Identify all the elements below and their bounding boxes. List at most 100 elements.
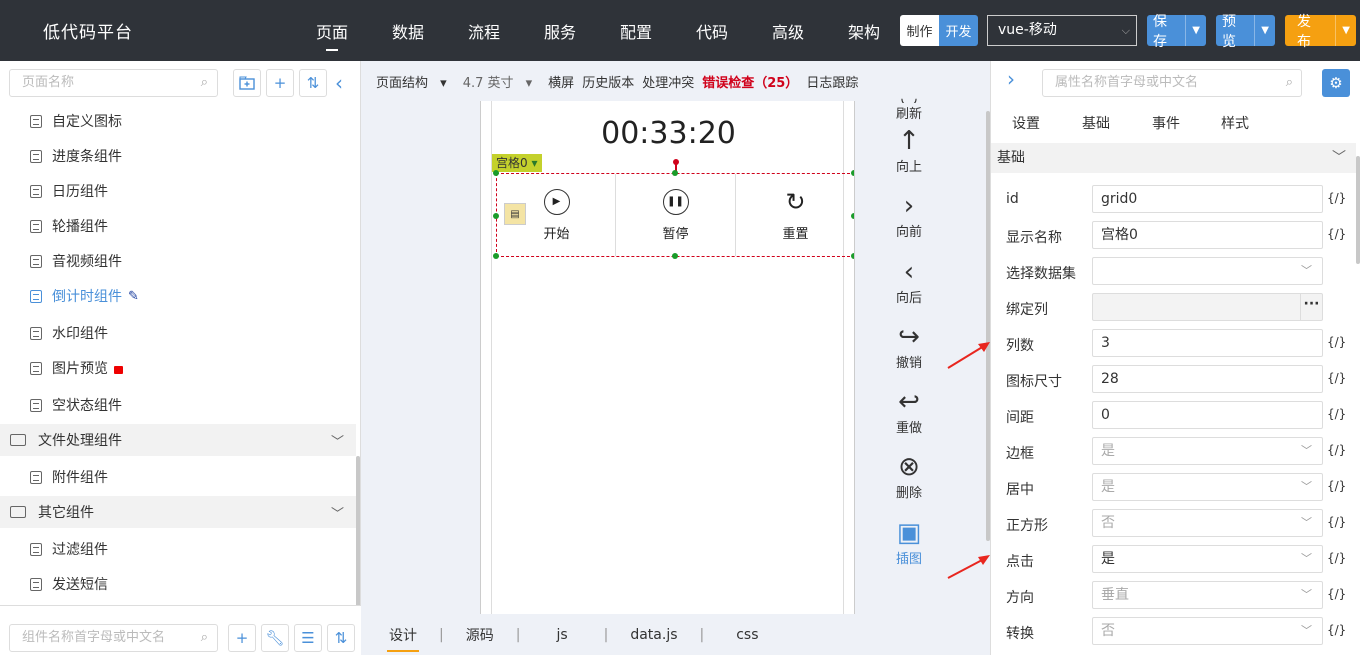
tree-group-file[interactable]: 文件处理组件 ﹀: [0, 424, 356, 456]
property-scrollbar[interactable]: [1356, 156, 1360, 264]
expression-button[interactable]: {/}: [1327, 227, 1346, 241]
pencil-icon[interactable]: ✎: [128, 289, 139, 304]
caret-down-icon[interactable]: ▼: [1254, 15, 1275, 46]
prop-center-select[interactable]: 是 ﹀: [1092, 473, 1323, 501]
conflict-button[interactable]: 处理冲突: [642, 72, 694, 91]
insert-image-button[interactable]: ▣ 插图: [883, 518, 935, 567]
tab-js[interactable]: js: [554, 627, 569, 643]
prop-gap-input[interactable]: 0: [1092, 401, 1323, 429]
delete-button[interactable]: ⊗ 删除: [883, 452, 935, 501]
grid-component[interactable]: ▤ ▶ 开始 ❚❚ 暂停 ↻ 重置: [493, 170, 854, 259]
tree-item[interactable]: 图片预览: [0, 350, 356, 386]
grid-tag[interactable]: 宫格0 ▾: [492, 154, 542, 172]
expression-button[interactable]: {/}: [1327, 407, 1346, 421]
save-button[interactable]: 保存 ▼: [1147, 14, 1206, 50]
mode-make-button[interactable]: 制作: [900, 15, 939, 46]
redo-button[interactable]: ↩ 重做: [883, 387, 935, 436]
resize-handle[interactable]: [493, 170, 499, 176]
device-size-select[interactable]: 4.7 英寸 ▾: [463, 72, 540, 91]
tree-item[interactable]: 水印组件: [0, 315, 356, 351]
refresh-button[interactable]: ◡ 刷新: [883, 91, 935, 122]
tree-item-selected[interactable]: 倒计时组件 ✎: [0, 278, 356, 314]
prop-border-select[interactable]: 是 ﹀: [1092, 437, 1323, 465]
prop-convert-select[interactable]: 否 ﹀: [1092, 617, 1323, 645]
prop-display-name-input[interactable]: 宫格0: [1092, 221, 1323, 249]
nav-architecture[interactable]: 架构: [848, 19, 880, 43]
prop-dataset-select[interactable]: ﹀: [1092, 257, 1323, 285]
prop-id-input[interactable]: grid0: [1092, 185, 1323, 213]
resize-handle[interactable]: [672, 170, 678, 176]
caret-down-icon[interactable]: ▼: [1335, 15, 1356, 46]
forward-button[interactable]: › 向前: [883, 191, 935, 240]
nav-service[interactable]: 服务: [544, 19, 576, 43]
history-button[interactable]: 历史版本: [582, 72, 634, 91]
nav-config[interactable]: 配置: [620, 19, 652, 43]
tab-events[interactable]: 事件: [1152, 113, 1180, 133]
tree-item[interactable]: 发送短信: [0, 566, 356, 602]
resize-handle[interactable]: [493, 253, 499, 259]
caret-down-icon[interactable]: ▼: [1185, 15, 1206, 46]
grid-cell-reset[interactable]: ↻ 重置: [736, 174, 854, 256]
nav-code[interactable]: 代码: [696, 19, 728, 43]
tree-item[interactable]: 自定义图标: [0, 103, 356, 139]
platform-select[interactable]: vue-移动 ⌵: [987, 15, 1137, 46]
nav-flow[interactable]: 流程: [468, 19, 500, 43]
prop-bind-column-input[interactable]: ···: [1092, 293, 1323, 321]
tree-item[interactable]: 过滤组件: [0, 531, 356, 567]
resize-handle[interactable]: [493, 213, 499, 219]
nav-advanced[interactable]: 高级: [772, 19, 804, 43]
phone-canvas[interactable]: 00:33:20 宫格0 ▾ ▤ ▶ 开始 ❚❚ 暂停 ↻ 重置: [480, 101, 855, 614]
tree-item[interactable]: 轮播组件: [0, 208, 356, 244]
undo-button[interactable]: ↪ 撤销: [883, 322, 935, 371]
sort-button[interactable]: ⇅: [299, 69, 327, 97]
list-button[interactable]: ☰: [294, 624, 322, 652]
expression-button[interactable]: {/}: [1327, 587, 1346, 601]
prop-icon-size-input[interactable]: 28: [1092, 365, 1323, 393]
tab-source[interactable]: 源码: [464, 625, 496, 645]
settings-button[interactable]: ⚙: [1322, 69, 1350, 97]
resize-handle[interactable]: [672, 253, 678, 259]
prop-columns-input[interactable]: 3: [1092, 329, 1323, 357]
tree-item[interactable]: 进度条组件: [0, 138, 356, 174]
grid-cell-start[interactable]: ▶ 开始: [497, 174, 616, 256]
tab-css[interactable]: css: [734, 627, 760, 643]
prop-square-select[interactable]: 否 ﹀: [1092, 509, 1323, 537]
tree-group-other[interactable]: 其它组件 ﹀: [0, 496, 356, 528]
mode-dev-button[interactable]: 开发: [939, 15, 978, 46]
tab-basic[interactable]: 基础: [1082, 113, 1110, 133]
expression-button[interactable]: {/}: [1327, 623, 1346, 637]
property-search-input[interactable]: 属性名称首字母或中文名 ⌕: [1042, 69, 1302, 97]
move-up-button[interactable]: ↑ 向上: [883, 126, 935, 175]
expression-button[interactable]: {/}: [1327, 443, 1346, 457]
countdown-timer[interactable]: 00:33:20: [492, 116, 845, 151]
add-page-button[interactable]: +: [266, 69, 294, 97]
add-component-button[interactable]: +: [228, 624, 256, 652]
preview-button[interactable]: 预览 ▼: [1216, 14, 1275, 50]
expression-button[interactable]: {/}: [1327, 479, 1346, 493]
wrench-button[interactable]: 🔧︎: [261, 624, 289, 652]
expression-button[interactable]: {/}: [1327, 335, 1346, 349]
expression-button[interactable]: {/}: [1327, 551, 1346, 565]
tree-item[interactable]: 日历组件: [0, 173, 356, 209]
prop-click-select[interactable]: 是 ﹀: [1092, 545, 1323, 573]
page-structure-button[interactable]: 页面结构 ▾: [376, 72, 455, 91]
tab-data-js[interactable]: data.js: [628, 627, 679, 643]
sort-button[interactable]: ⇅: [327, 624, 355, 652]
grid-cell-pause[interactable]: ❚❚ 暂停: [616, 174, 735, 256]
tab-design[interactable]: 设计: [387, 625, 419, 652]
publish-button[interactable]: 发布 ▼: [1285, 14, 1356, 50]
expression-button[interactable]: {/}: [1327, 371, 1346, 385]
resize-handle[interactable]: [851, 253, 854, 259]
nav-data[interactable]: 数据: [392, 19, 424, 43]
component-search-input[interactable]: 组件名称首字母或中文名 ⌕: [9, 624, 218, 652]
resize-handle[interactable]: [851, 213, 854, 219]
add-folder-button[interactable]: [233, 69, 261, 97]
error-check-button[interactable]: 错误检查（25）: [702, 72, 798, 91]
tree-item[interactable]: 音视频组件: [0, 243, 356, 279]
tab-settings[interactable]: 设置: [1012, 113, 1040, 133]
expression-button[interactable]: {/}: [1327, 515, 1346, 529]
collapse-left-icon[interactable]: ‹: [335, 69, 343, 97]
tree-item[interactable]: 附件组件: [0, 459, 356, 495]
back-button[interactable]: ‹ 向后: [883, 257, 935, 306]
nav-page[interactable]: 页面: [316, 19, 348, 51]
